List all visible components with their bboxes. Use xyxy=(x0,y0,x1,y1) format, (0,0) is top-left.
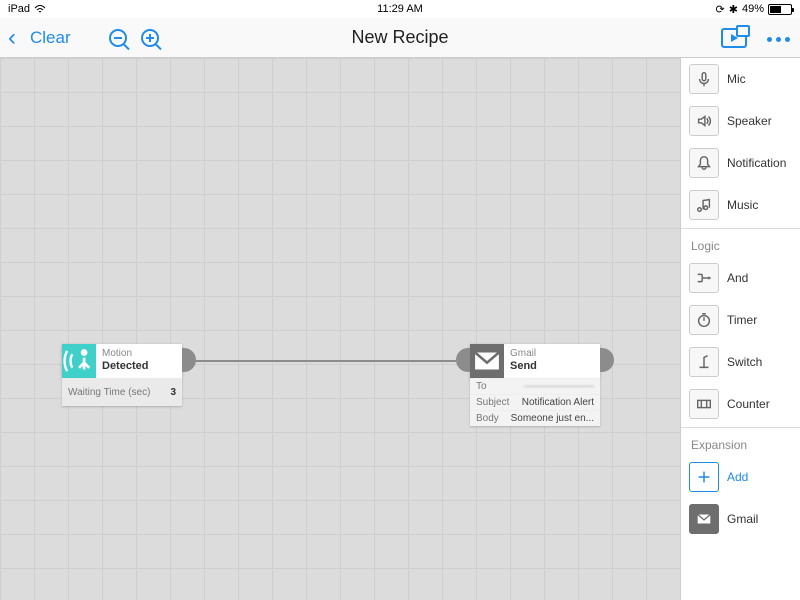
panel-item-gmail[interactable]: Gmail xyxy=(681,498,800,540)
gmail-body-label: Body xyxy=(476,413,499,424)
panel-item-label: Notification xyxy=(727,156,786,170)
canvas[interactable]: Motion Detected Waiting Time (sec) 3 Gma… xyxy=(0,58,680,600)
envelope-icon xyxy=(470,344,504,378)
node-gmail-action: Send xyxy=(510,360,592,372)
panel-item-label: Timer xyxy=(727,313,757,327)
gmail-subject-label: Subject xyxy=(476,397,509,408)
component-panel[interactable]: Mic Speaker Notification Music Logic And… xyxy=(680,58,800,600)
panel-item-label: Mic xyxy=(727,72,746,86)
status-bar: iPad 11:29 AM ⟳ ✱ 49% xyxy=(0,0,800,18)
panel-item-switch[interactable]: Switch xyxy=(681,341,800,383)
divider xyxy=(681,228,800,229)
gmail-to-row[interactable]: To ——————— xyxy=(470,378,600,394)
panel-item-label: Gmail xyxy=(727,512,758,526)
gmail-to-label: To xyxy=(476,381,487,392)
panel-item-music[interactable]: Music xyxy=(681,184,800,226)
node-motion-wait-label: Waiting Time (sec) xyxy=(68,387,150,398)
timer-icon xyxy=(689,305,719,335)
back-button[interactable]: ‹ xyxy=(8,24,16,52)
speaker-icon xyxy=(689,106,719,136)
bell-icon xyxy=(689,148,719,178)
panel-item-mic[interactable]: Mic xyxy=(681,58,800,100)
clear-button[interactable]: Clear xyxy=(30,28,71,48)
panel-item-counter[interactable]: Counter xyxy=(681,383,800,425)
panel-item-label: Counter xyxy=(727,397,770,411)
node-motion-wait-row[interactable]: Waiting Time (sec) 3 xyxy=(62,378,182,406)
envelope-icon xyxy=(689,504,719,534)
node-motion-wait-value: 3 xyxy=(170,387,176,398)
panel-item-and[interactable]: And xyxy=(681,257,800,299)
music-icon xyxy=(689,190,719,220)
motion-icon xyxy=(62,344,96,378)
gmail-subject-value: Notification Alert xyxy=(522,397,594,408)
logic-section-title: Logic xyxy=(681,231,800,257)
node-motion-category: Motion xyxy=(102,348,174,359)
node-gmail-category: Gmail xyxy=(510,348,592,359)
panel-item-timer[interactable]: Timer xyxy=(681,299,800,341)
battery-icon xyxy=(768,4,792,15)
toolbar: ‹ Clear New Recipe xyxy=(0,18,800,58)
panel-item-label: And xyxy=(727,271,748,285)
connection-wire[interactable] xyxy=(196,360,456,362)
panel-item-add[interactable]: Add xyxy=(681,456,800,498)
plus-icon xyxy=(689,462,719,492)
panel-item-label: Speaker xyxy=(727,114,772,128)
play-button[interactable] xyxy=(721,28,747,48)
zoom-out-button[interactable] xyxy=(109,29,127,47)
panel-item-speaker[interactable]: Speaker xyxy=(681,100,800,142)
gmail-to-value: ——————— xyxy=(524,381,594,392)
divider xyxy=(681,427,800,428)
node-motion[interactable]: Motion Detected xyxy=(62,344,182,378)
panel-item-label: Switch xyxy=(727,355,762,369)
switch-icon xyxy=(689,347,719,377)
zoom-in-button[interactable] xyxy=(141,29,159,47)
and-icon xyxy=(689,263,719,293)
gmail-body-value: Someone just en... xyxy=(511,413,594,424)
panel-item-label: Add xyxy=(727,470,748,484)
canvas-grid xyxy=(0,58,680,600)
panel-item-notification[interactable]: Notification xyxy=(681,142,800,184)
counter-icon xyxy=(689,389,719,419)
clock: 11:29 AM xyxy=(0,3,800,15)
panel-item-label: Music xyxy=(727,198,758,212)
node-gmail-props[interactable]: To ——————— Subject Notification Alert Bo… xyxy=(470,378,600,426)
node-motion-action: Detected xyxy=(102,360,174,372)
expansion-section-title: Expansion xyxy=(681,430,800,456)
gmail-subject-row[interactable]: Subject Notification Alert xyxy=(470,394,600,410)
more-button[interactable] xyxy=(765,29,792,47)
mic-icon xyxy=(689,64,719,94)
node-gmail[interactable]: Gmail Send xyxy=(470,344,600,378)
gmail-body-row[interactable]: Body Someone just en... xyxy=(470,410,600,426)
